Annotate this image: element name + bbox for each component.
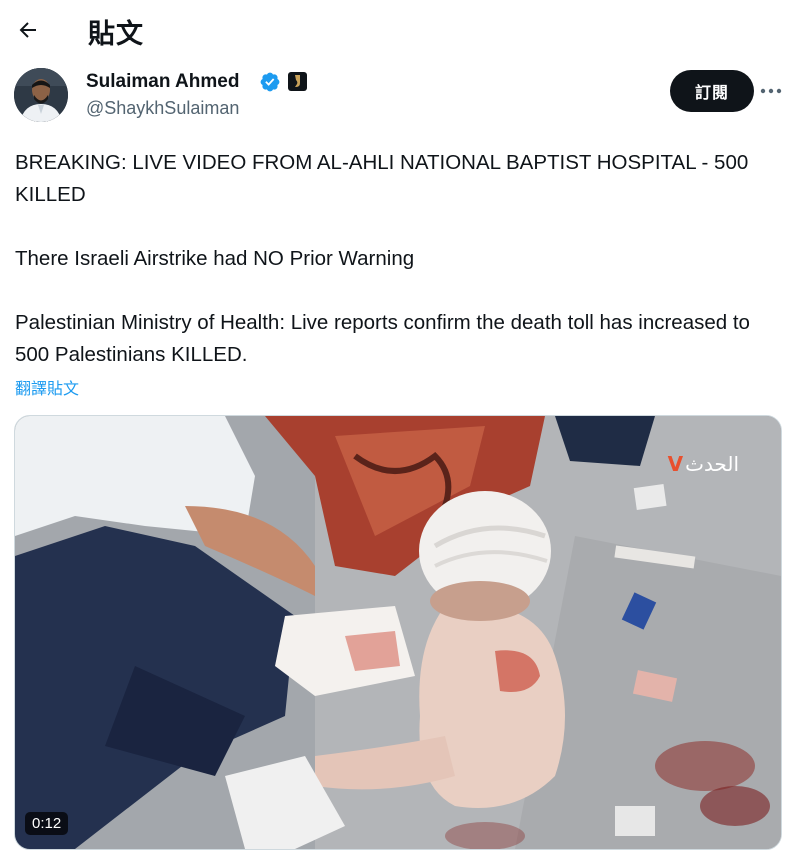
avatar[interactable]: [14, 68, 68, 122]
more-options-icon: [760, 88, 782, 94]
tweet-paragraph: Palestinian Ministry of Health: Live rep…: [15, 311, 750, 366]
arrow-left-icon: [19, 22, 36, 38]
tweet-text: BREAKING: LIVE VIDEO FROM AL-AHLI NATION…: [15, 147, 780, 371]
author-handle[interactable]: @ShaykhSulaiman: [86, 98, 239, 119]
more-options-button[interactable]: [756, 78, 786, 104]
author-display-name[interactable]: Sulaiman Ahmed: [86, 71, 239, 93]
watermark-mark: V: [667, 452, 684, 476]
page-title: 貼文: [88, 19, 144, 50]
author-row: Sulaiman Ahmed @ShaykhSulaiman 訂閱: [14, 68, 786, 128]
translate-post-link[interactable]: 翻譯貼文: [15, 375, 79, 399]
video-duration: 0:12: [25, 812, 69, 835]
affiliate-badge-icon[interactable]: [288, 72, 307, 91]
video-player[interactable]: V الحدث 0:12: [14, 415, 782, 850]
subscribe-button[interactable]: 訂閱: [670, 70, 754, 112]
channel-watermark: V الحدث: [668, 452, 739, 476]
verified-badge-icon: [260, 72, 280, 92]
watermark-text: الحدث: [685, 452, 739, 476]
tweet-paragraph: BREAKING: LIVE VIDEO FROM AL-AHLI NATION…: [15, 151, 749, 206]
video-frame: [15, 416, 781, 849]
top-bar: 貼文: [0, 0, 800, 58]
tweet-paragraph: There Israeli Airstrike had NO Prior War…: [15, 247, 415, 270]
back-button[interactable]: [8, 10, 48, 50]
